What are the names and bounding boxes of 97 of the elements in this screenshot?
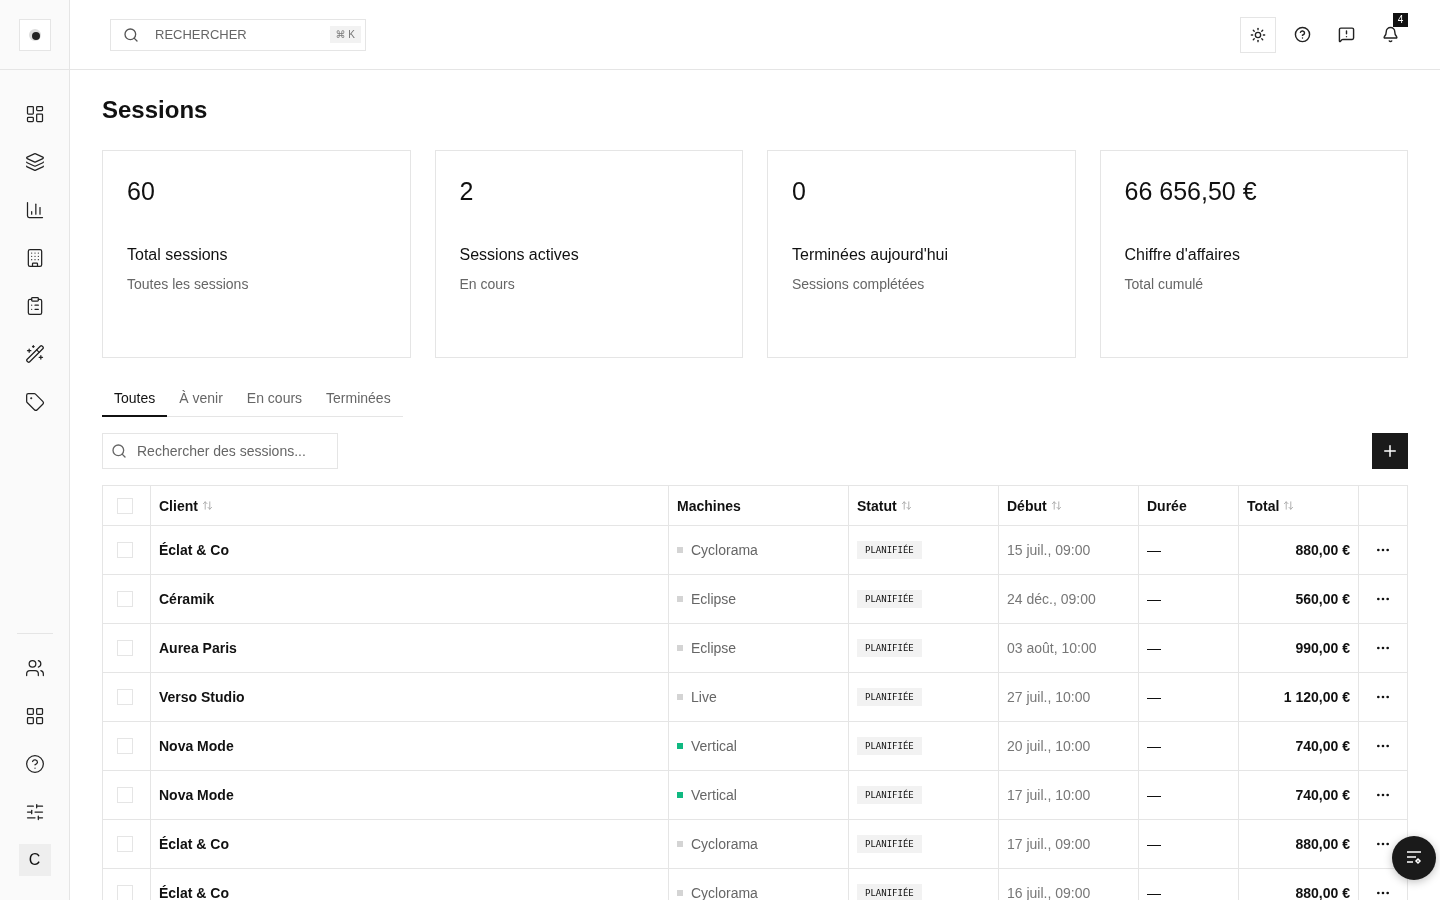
machine-name: Eclipse bbox=[691, 640, 737, 656]
duration: — bbox=[1147, 542, 1161, 558]
stat-label: Terminées aujourd'hui bbox=[792, 246, 950, 264]
column-header[interactable]: Total bbox=[1247, 497, 1280, 514]
column-header[interactable]: Début bbox=[1007, 497, 1047, 514]
total-amount: 880,00 € bbox=[1295, 836, 1350, 852]
machine-name: Vertical bbox=[691, 787, 737, 803]
stat-label: Total sessions bbox=[127, 246, 229, 264]
total-amount: 990,00 € bbox=[1295, 640, 1350, 656]
stat-value: 2 bbox=[459, 177, 475, 206]
duration: — bbox=[1147, 836, 1161, 852]
start-time: 15 juil., 09:00 bbox=[1007, 542, 1091, 558]
checkbox[interactable] bbox=[117, 787, 133, 803]
search-icon bbox=[111, 443, 127, 459]
stat-subtitle: Sessions complétées bbox=[792, 276, 926, 292]
duration: — bbox=[1147, 738, 1161, 754]
stat-subtitle: En cours bbox=[459, 276, 516, 292]
status-badge: PLANIFIÉE bbox=[857, 835, 922, 853]
notification-count: 4 bbox=[1393, 12, 1408, 27]
column-header[interactable]: Statut bbox=[857, 497, 897, 514]
start-time: 17 juil., 10:00 bbox=[1007, 787, 1091, 803]
start-time: 03 août, 10:00 bbox=[1007, 640, 1097, 656]
stat-value: 0 bbox=[792, 177, 807, 206]
checkbox[interactable] bbox=[117, 542, 133, 558]
duration: — bbox=[1147, 787, 1161, 803]
help-icon bbox=[1293, 26, 1311, 43]
start-time: 24 déc., 09:00 bbox=[1007, 591, 1096, 607]
machine-name: Eclipse bbox=[691, 591, 737, 607]
message-icon bbox=[1337, 26, 1355, 43]
total-amount: 740,00 € bbox=[1295, 787, 1350, 803]
page-title: Sessions bbox=[102, 96, 209, 124]
column-header[interactable]: Client bbox=[159, 497, 198, 514]
start-time: 27 juil., 10:00 bbox=[1007, 689, 1091, 705]
checkbox[interactable] bbox=[117, 497, 133, 514]
status-badge: PLANIFIÉE bbox=[857, 786, 922, 804]
client-name: Verso Studio bbox=[159, 689, 245, 705]
stat-label: Chiffre d'affaires bbox=[1124, 246, 1241, 264]
stat-value: 60 bbox=[127, 177, 156, 206]
stat-label: Sessions actives bbox=[459, 246, 580, 264]
status-badge: PLANIFIÉE bbox=[857, 688, 922, 706]
start-time: 20 juil., 10:00 bbox=[1007, 738, 1091, 754]
list-icon bbox=[1405, 849, 1423, 867]
column-header: Durée bbox=[1147, 497, 1187, 514]
start-time: 16 juil., 09:00 bbox=[1007, 885, 1091, 900]
duration: — bbox=[1147, 689, 1161, 705]
checkbox[interactable] bbox=[117, 836, 133, 852]
tab[interactable]: En cours bbox=[234, 386, 315, 417]
machine-name: Cyclorama bbox=[691, 885, 758, 900]
checkbox[interactable] bbox=[117, 738, 133, 754]
client-name: Éclat & Co bbox=[159, 836, 229, 852]
bell-icon bbox=[1381, 26, 1399, 43]
theme-toggle-button[interactable] bbox=[1240, 16, 1276, 53]
tab[interactable]: À venir bbox=[167, 386, 235, 417]
duration: — bbox=[1147, 640, 1161, 656]
client-name: Nova Mode bbox=[159, 738, 234, 754]
status-badge: PLANIFIÉE bbox=[857, 884, 922, 900]
checkbox[interactable] bbox=[117, 689, 133, 705]
stat-subtitle: Toutes les sessions bbox=[127, 276, 250, 292]
duration: — bbox=[1147, 591, 1161, 607]
plus-icon bbox=[1381, 442, 1399, 460]
machine-name: Live bbox=[691, 689, 717, 705]
total-amount: 560,00 € bbox=[1295, 591, 1350, 607]
column-header: Machines bbox=[677, 497, 741, 514]
logo bbox=[18, 18, 51, 51]
tab[interactable]: Terminées bbox=[314, 386, 403, 417]
filter-button[interactable] bbox=[1392, 836, 1436, 880]
machine-name: Cyclorama bbox=[691, 836, 758, 852]
duration: — bbox=[1147, 885, 1161, 900]
total-amount: 740,00 € bbox=[1295, 738, 1350, 754]
stat-value: 66 656,50 € bbox=[1124, 177, 1258, 206]
client-name: Éclat & Co bbox=[159, 542, 229, 558]
add-button[interactable] bbox=[1372, 433, 1408, 469]
search-icon bbox=[123, 26, 139, 43]
user-avatar[interactable]: C bbox=[18, 844, 51, 876]
machine-name: Vertical bbox=[691, 738, 737, 754]
tab[interactable]: Toutes bbox=[102, 386, 168, 417]
checkbox[interactable] bbox=[117, 640, 133, 656]
start-time: 17 juil., 09:00 bbox=[1007, 836, 1091, 852]
client-name: Éclat & Co bbox=[159, 885, 229, 900]
stat-subtitle: Total cumulé bbox=[1124, 276, 1205, 292]
checkbox[interactable] bbox=[117, 885, 133, 900]
status-badge: PLANIFIÉE bbox=[857, 737, 922, 755]
status-badge: PLANIFIÉE bbox=[857, 541, 922, 559]
status-badge: PLANIFIÉE bbox=[857, 590, 922, 608]
status-badge: PLANIFIÉE bbox=[857, 639, 922, 657]
checkbox[interactable] bbox=[117, 591, 133, 607]
session-search-field[interactable]: Rechercher des sessions... bbox=[102, 433, 338, 469]
client-name: Aurea Paris bbox=[159, 640, 237, 656]
client-name: Nova Mode bbox=[159, 787, 234, 803]
client-name: Céramik bbox=[159, 591, 215, 607]
machine-name: Cyclorama bbox=[691, 542, 758, 558]
total-amount: 1 120,00 € bbox=[1283, 689, 1350, 705]
search-field[interactable]: RECHERCHER ⌘ K bbox=[110, 18, 366, 51]
sun-icon bbox=[1250, 26, 1266, 43]
total-amount: 880,00 € bbox=[1295, 542, 1350, 558]
total-amount: 880,00 € bbox=[1295, 885, 1350, 900]
shortcut-hint: ⌘ K bbox=[329, 26, 361, 43]
